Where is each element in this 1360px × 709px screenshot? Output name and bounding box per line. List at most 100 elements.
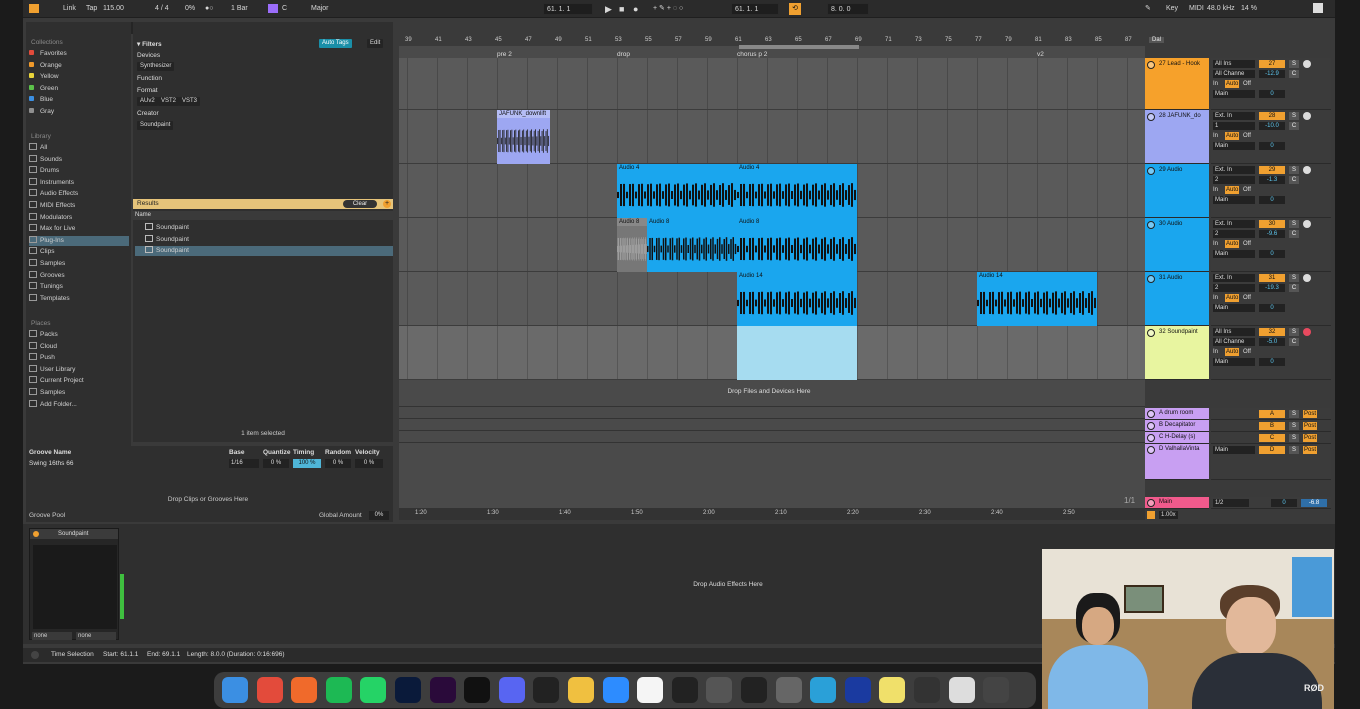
collection-item[interactable]: Gray: [29, 107, 129, 117]
solo-button[interactable]: S: [1289, 274, 1299, 282]
dock-app-icon[interactable]: [844, 677, 871, 703]
dock-app-icon[interactable]: [256, 677, 283, 703]
monitor-in-button[interactable]: In: [1213, 186, 1218, 194]
library-item[interactable]: Samples: [29, 259, 129, 269]
fold-icon[interactable]: [1147, 275, 1155, 283]
pan-center-field[interactable]: C: [1289, 70, 1299, 78]
main-volume[interactable]: -6.8: [1301, 499, 1327, 507]
fold-icon[interactable]: [1147, 434, 1155, 442]
return-track-header[interactable]: C H-Delay (s): [1145, 432, 1209, 444]
groove-quantize[interactable]: 0 %: [263, 459, 289, 468]
creator-chip[interactable]: Soundpaint: [137, 121, 174, 130]
track-activator[interactable]: 30: [1259, 220, 1285, 228]
library-item[interactable]: Drums: [29, 166, 129, 176]
input-type-select[interactable]: Ext. In: [1213, 274, 1255, 282]
library-item[interactable]: MIDI Effects: [29, 201, 129, 211]
post-button[interactable]: Post: [1303, 410, 1318, 418]
dal-button[interactable]: Dal: [1149, 37, 1165, 43]
result-item[interactable]: Soundpaint: [135, 246, 393, 257]
monitor-auto-button[interactable]: Auto: [1225, 186, 1240, 194]
auto-tags-toggle[interactable]: Auto Tags: [319, 39, 352, 48]
return-output-select[interactable]: Main: [1213, 446, 1255, 454]
track-activator[interactable]: 28: [1259, 112, 1285, 120]
arrangement-position[interactable]: 61. 1. 1: [543, 3, 593, 15]
link-button[interactable]: Link: [63, 3, 76, 15]
audio-clip[interactable]: Audio 14: [737, 272, 857, 326]
volume-field[interactable]: -10.0: [1259, 122, 1285, 130]
groove-timing[interactable]: 100 %: [293, 459, 321, 468]
track-header[interactable]: 28 JAFUNK_do: [1145, 110, 1209, 164]
dock-app-icon[interactable]: [325, 677, 352, 703]
input-channel-select[interactable]: 2: [1213, 284, 1255, 292]
volume-field[interactable]: -12.9: [1259, 70, 1285, 78]
dock-app-icon[interactable]: [914, 677, 940, 703]
loop-icon[interactable]: ⟲: [789, 3, 801, 15]
monitor-in-button[interactable]: In: [1213, 348, 1218, 356]
dock-app-icon[interactable]: [602, 677, 629, 703]
result-item[interactable]: Soundpaint: [135, 223, 393, 233]
menu-icon[interactable]: [29, 4, 39, 13]
time-signature[interactable]: 4 / 4: [155, 3, 169, 15]
places-item[interactable]: Push: [29, 353, 129, 363]
dock-app-icon[interactable]: [360, 677, 387, 703]
volume-field[interactable]: -19.3: [1259, 284, 1285, 292]
library-item[interactable]: Max for Live: [29, 224, 129, 234]
time-ruler[interactable]: [399, 508, 1145, 520]
input-type-select[interactable]: All Ins: [1213, 60, 1255, 68]
solo-button[interactable]: S: [1289, 112, 1299, 120]
dock-app-icon[interactable]: [222, 677, 248, 703]
fold-icon[interactable]: [1147, 422, 1155, 430]
send-field[interactable]: 0: [1259, 250, 1285, 258]
input-channel-select[interactable]: 1: [1213, 122, 1255, 130]
monitor-off-button[interactable]: Off: [1243, 240, 1251, 248]
groove-velocity[interactable]: 0 %: [355, 459, 383, 468]
collection-item[interactable]: Blue: [29, 95, 129, 105]
return-track-header[interactable]: D ValhallaVinta: [1145, 444, 1209, 480]
library-item[interactable]: All: [29, 143, 129, 153]
monitor-off-button[interactable]: Off: [1243, 80, 1251, 88]
places-item[interactable]: Current Project: [29, 376, 129, 386]
midi-map-button[interactable]: MIDI: [1189, 3, 1204, 15]
audio-clip[interactable]: Audio 4: [737, 164, 857, 218]
track-activator[interactable]: 32: [1259, 328, 1285, 336]
pan-center-field[interactable]: C: [1289, 284, 1299, 292]
places-item[interactable]: Cloud: [29, 341, 129, 352]
audio-clip[interactable]: Audio 4: [617, 164, 737, 218]
monitor-in-button[interactable]: In: [1213, 132, 1218, 140]
output-select[interactable]: Main: [1213, 250, 1255, 258]
device-output[interactable]: none: [76, 632, 116, 640]
edit-tags-button[interactable]: Edit: [367, 39, 384, 48]
monitor-off-button[interactable]: Off: [1243, 132, 1251, 140]
pan-center-field[interactable]: C: [1289, 230, 1299, 238]
fold-icon[interactable]: [1147, 499, 1155, 507]
dock-app-icon[interactable]: [983, 677, 1010, 703]
dock-app-icon[interactable]: [464, 677, 491, 703]
format-chip-vst3[interactable]: VST3: [179, 97, 201, 106]
locator[interactable]: pre 2: [497, 51, 512, 58]
monitor-auto-button[interactable]: Auto: [1225, 294, 1240, 302]
library-item[interactable]: Sounds: [29, 154, 129, 165]
send-field[interactable]: 0: [1259, 196, 1285, 204]
global-amount-field[interactable]: 0%: [369, 511, 389, 520]
add-filter-icon[interactable]: +: [383, 200, 391, 208]
loop-length-field[interactable]: 8. 0. 0: [827, 3, 869, 15]
output-select[interactable]: Main: [1213, 142, 1255, 150]
monitor-auto-button[interactable]: Auto: [1225, 348, 1240, 356]
dock-app-icon[interactable]: [568, 677, 594, 703]
monitor-auto-button[interactable]: Auto: [1225, 80, 1240, 88]
monitor-off-button[interactable]: Off: [1243, 294, 1251, 302]
dock-app-icon[interactable]: [775, 677, 802, 703]
track-activator[interactable]: 29: [1259, 166, 1285, 174]
result-item[interactable]: Soundpaint: [135, 234, 393, 245]
output-select[interactable]: Main: [1213, 196, 1255, 204]
dock-app-icon[interactable]: [533, 677, 560, 703]
output-select[interactable]: Main: [1213, 90, 1255, 98]
filters-label[interactable]: ▾ Filters: [137, 40, 162, 48]
arm-record-icon[interactable]: [1303, 112, 1311, 120]
groove-base-select[interactable]: 1/16: [229, 459, 259, 468]
monitor-auto-button[interactable]: Auto: [1225, 240, 1240, 248]
send-field[interactable]: 0: [1259, 304, 1285, 312]
metronome-icon[interactable]: ●○: [205, 3, 213, 15]
track-header[interactable]: 32 Soundpaint: [1145, 326, 1209, 380]
return-activator[interactable]: C: [1259, 434, 1285, 442]
